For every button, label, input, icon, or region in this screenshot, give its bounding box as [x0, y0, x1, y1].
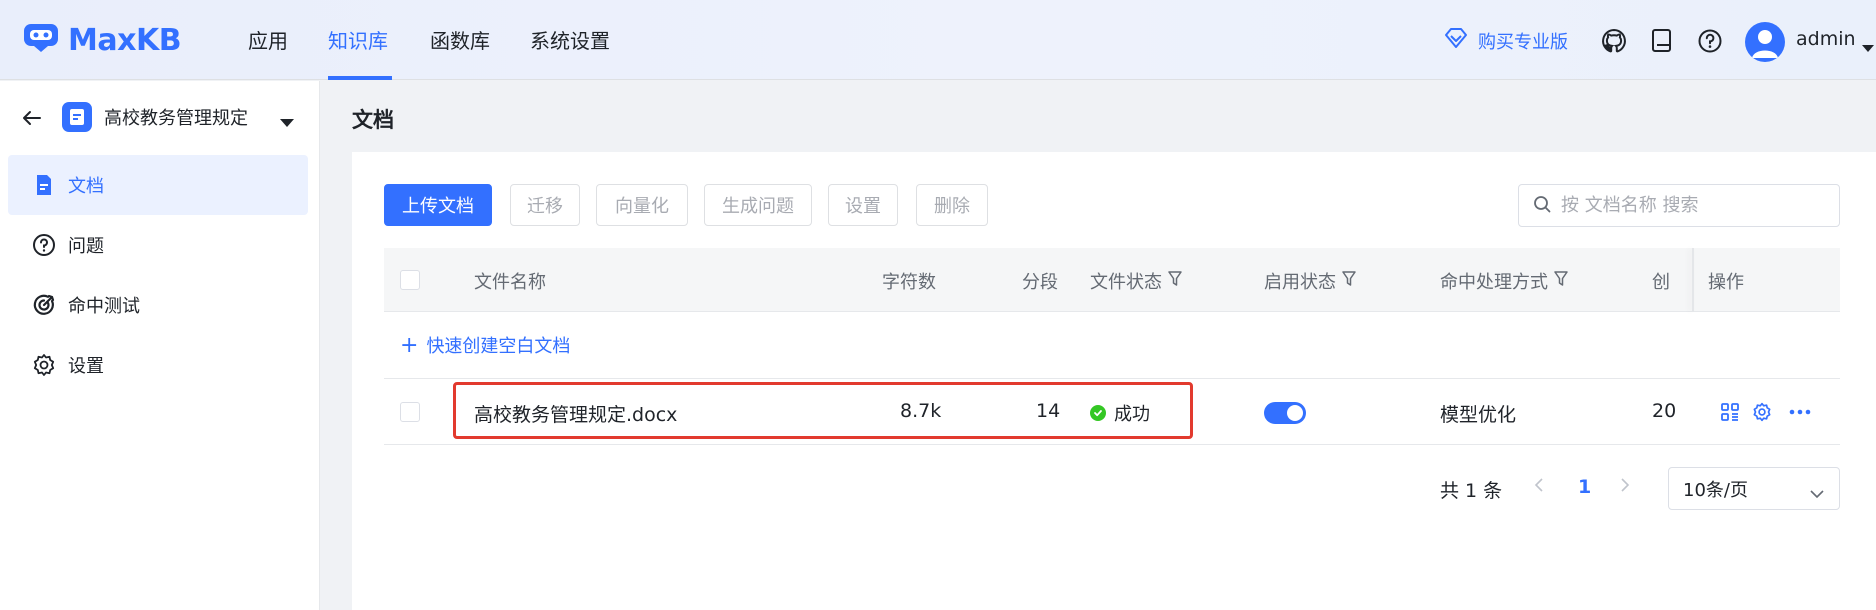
sidebar-item-documents[interactable]: 文档: [8, 155, 308, 215]
row-divider: [384, 444, 1840, 445]
gear-icon: [32, 353, 56, 377]
fixed-column-divider: [1692, 248, 1694, 312]
page-size-value: 10条/页: [1683, 479, 1748, 501]
select-all-checkbox[interactable]: [400, 270, 420, 290]
vectorize-button[interactable]: 向量化: [596, 184, 688, 226]
column-header-file-status[interactable]: 文件状态: [1090, 268, 1182, 294]
quick-create-label: 快速创建空白文档: [426, 336, 571, 357]
column-header-actions: 操作: [1708, 272, 1744, 293]
chevron-down-icon: [1809, 483, 1825, 504]
more-icon[interactable]: [1788, 400, 1812, 424]
sidebar-item-label: 文档: [68, 176, 104, 197]
nav-system-settings[interactable]: 系统设置: [530, 26, 610, 56]
top-navigation-bar: MaxKB 应用 知识库 函数库 系统设置 购买专业版 admin: [0, 0, 1876, 80]
github-icon[interactable]: [1600, 27, 1628, 55]
gear-icon[interactable]: [1750, 400, 1774, 424]
nav-knowledge-base[interactable]: 知识库: [328, 26, 388, 56]
robot-logo-icon: [22, 21, 60, 59]
pagination-total: 共 1 条: [1440, 480, 1503, 502]
help-icon[interactable]: [1696, 27, 1724, 55]
settings-button[interactable]: 设置: [828, 184, 898, 226]
document-search[interactable]: [1518, 184, 1840, 227]
search-input[interactable]: [1561, 195, 1831, 216]
sidebar-item-hit-test[interactable]: 命中测试: [8, 275, 308, 335]
page-size-select[interactable]: 10条/页: [1668, 467, 1840, 510]
filter-icon[interactable]: [1168, 270, 1182, 292]
column-header-enable-status[interactable]: 启用状态: [1264, 268, 1356, 294]
nav-function-library[interactable]: 函数库: [430, 26, 490, 56]
column-header-chars: 字符数: [882, 272, 936, 293]
knowledge-base-icon: [62, 102, 92, 132]
docs-icon[interactable]: [1648, 27, 1676, 55]
question-icon: [32, 233, 56, 257]
target-icon: [32, 293, 56, 317]
active-nav-indicator: [328, 76, 392, 80]
segment-mapping-icon[interactable]: [1718, 400, 1742, 424]
sidebar-item-label: 问题: [68, 236, 104, 257]
diamond-icon: [1444, 27, 1478, 54]
highlight-annotation-box: [453, 382, 1193, 439]
page-title: 文档: [352, 108, 394, 132]
hit-handling-value: 模型优化: [1440, 404, 1517, 426]
created-time-truncated: 202: [1652, 400, 1676, 422]
nav-apps[interactable]: 应用: [248, 26, 288, 56]
sidebar-item-settings[interactable]: 设置: [8, 335, 308, 395]
back-arrow-icon[interactable]: [20, 106, 44, 134]
user-caret-icon[interactable]: [1862, 38, 1874, 57]
prev-page-icon[interactable]: [1534, 476, 1544, 498]
migrate-button[interactable]: 迁移: [510, 184, 580, 226]
toggle-knob: [1287, 405, 1303, 421]
column-header-created-truncated: 创: [1652, 272, 1670, 293]
filter-icon[interactable]: [1554, 270, 1568, 292]
document-icon: [32, 173, 56, 197]
maxkb-logo[interactable]: MaxKB: [22, 20, 182, 60]
page-number-current[interactable]: 1: [1578, 476, 1591, 498]
avatar-icon[interactable]: [1745, 22, 1785, 62]
enable-toggle[interactable]: [1264, 402, 1306, 424]
sidebar-item-label: 设置: [68, 356, 104, 377]
row-divider: [384, 378, 1840, 379]
generate-questions-button[interactable]: 生成问题: [704, 184, 812, 226]
buy-pro-button[interactable]: 购买专业版: [1444, 27, 1568, 54]
knowledge-base-name[interactable]: 高校教务管理规定: [104, 104, 248, 130]
filter-icon[interactable]: [1342, 270, 1356, 292]
plus-icon: +: [400, 332, 419, 358]
column-header-segments: 分段: [1022, 272, 1058, 293]
column-header-hit-handling[interactable]: 命中处理方式: [1440, 268, 1568, 294]
delete-button[interactable]: 删除: [916, 184, 988, 226]
buy-pro-label: 购买专业版: [1478, 31, 1568, 53]
row-checkbox[interactable]: [400, 402, 420, 422]
logo-text: MaxKB: [68, 22, 182, 58]
search-icon: [1533, 195, 1551, 217]
username[interactable]: admin: [1796, 28, 1856, 50]
next-page-icon[interactable]: [1620, 476, 1630, 498]
kb-switch-caret-icon[interactable]: [280, 113, 294, 132]
sidebar-item-label: 命中测试: [68, 296, 140, 317]
upload-document-button[interactable]: 上传文档: [384, 184, 492, 226]
column-header-name: 文件名称: [474, 272, 546, 293]
quick-create-blank-doc[interactable]: + 快速创建空白文档: [400, 332, 570, 358]
table-header: 文件名称 字符数 分段 文件状态 启用状态 命中处理方式 创 操作: [384, 248, 1840, 312]
sidebar-item-questions[interactable]: 问题: [8, 215, 308, 275]
